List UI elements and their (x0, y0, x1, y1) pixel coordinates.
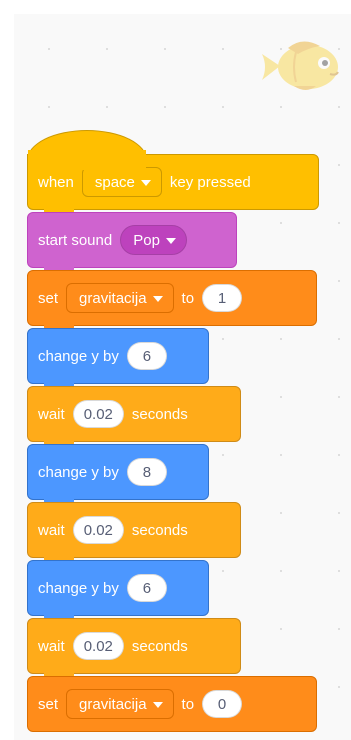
value-input[interactable]: 6 (126, 574, 167, 602)
chevron-down-icon (152, 702, 163, 708)
block-label: seconds (131, 637, 188, 655)
block-label: change y by (38, 579, 119, 597)
block-label: set (38, 695, 59, 713)
key-dropdown[interactable]: space (81, 167, 162, 197)
block-label: when (38, 173, 74, 191)
value-input[interactable]: 6 (126, 342, 167, 370)
block-label: seconds (131, 405, 188, 423)
value-input[interactable]: 0 (202, 690, 243, 718)
chevron-down-icon (140, 180, 151, 186)
variable-dropdown[interactable]: gravitacija (66, 283, 174, 313)
sound-dropdown[interactable]: Pop (120, 225, 187, 255)
sound-dropdown-value: Pop (133, 231, 160, 249)
block-label: change y by (38, 347, 119, 365)
block-label: set (38, 289, 59, 307)
value-input[interactable]: 8 (126, 458, 167, 486)
wait-block[interactable]: wait 0.02 seconds (27, 386, 241, 449)
hat-block-joint (28, 150, 146, 170)
chevron-down-icon (165, 238, 176, 244)
block-label: change y by (38, 463, 119, 481)
value-input[interactable]: 0.02 (72, 632, 124, 660)
change-y-block[interactable]: change y by 8 (27, 444, 209, 507)
wait-block[interactable]: wait 0.02 seconds (27, 618, 241, 681)
chevron-down-icon (152, 296, 163, 302)
wait-block[interactable]: wait 0.02 seconds (27, 502, 241, 565)
block-label: to (181, 289, 195, 307)
key-dropdown-value: space (94, 173, 135, 191)
block-label: seconds (131, 521, 188, 539)
value-input[interactable]: 0.02 (72, 516, 124, 544)
block-label: to (181, 695, 195, 713)
start-sound-block[interactable]: start sound Pop (27, 212, 237, 275)
change-y-block[interactable]: change y by 6 (27, 560, 209, 623)
variable-dropdown-value: gravitacija (79, 289, 147, 307)
variable-dropdown[interactable]: gravitacija (66, 689, 174, 719)
block-label: key pressed (169, 173, 251, 191)
block-label: start sound (38, 231, 113, 249)
value-input[interactable]: 0.02 (72, 400, 124, 428)
change-y-block[interactable]: change y by 6 (27, 328, 209, 391)
set-variable-block[interactable]: set gravitacija to 1 (27, 270, 317, 333)
block-label: wait (38, 405, 65, 423)
block-label: wait (38, 521, 65, 539)
fish-sprite-icon (262, 41, 339, 90)
block-label: wait (38, 637, 65, 655)
value-input[interactable]: 1 (202, 284, 243, 312)
set-variable-block[interactable]: set gravitacija to 0 (27, 676, 317, 732)
variable-dropdown-value: gravitacija (79, 695, 147, 713)
